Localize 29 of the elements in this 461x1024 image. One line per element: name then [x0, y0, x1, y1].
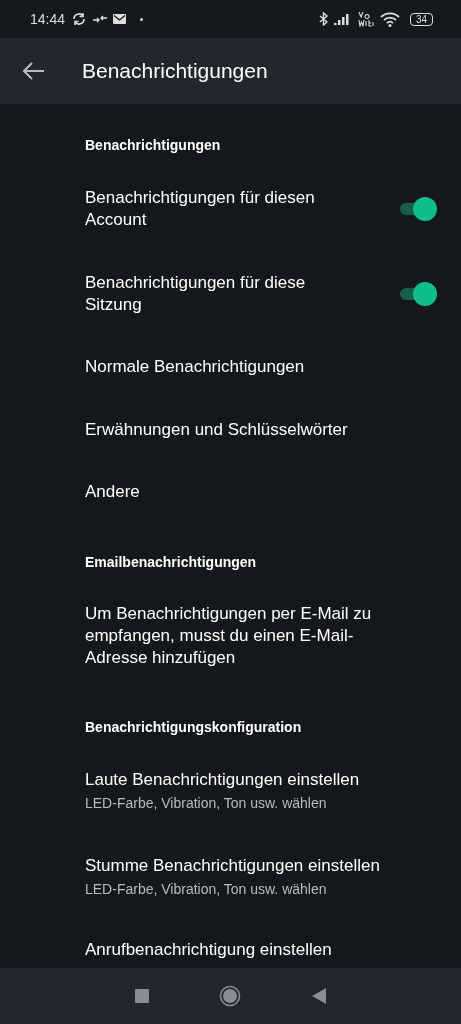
transfer-icon [93, 14, 108, 24]
battery-indicator: 34 [409, 12, 433, 26]
mail-icon [113, 14, 127, 24]
settings-item[interactable]: Erwähnungen und Schlüsselwörter [85, 398, 437, 462]
settings-item[interactable]: Stumme Benachrichtigungen einstellen [85, 853, 380, 878]
section-header: Benachrichtigungen [85, 136, 222, 155]
dot-icon [140, 17, 144, 21]
signal-icon [333, 13, 352, 25]
wifi-icon [379, 11, 400, 27]
status-time: 14:44 [30, 11, 66, 27]
screen-title: Benachrichtigungen [82, 59, 268, 83]
setting-description: LED-Farbe, Vibration, Ton usw. wählen [85, 879, 327, 899]
back-arrow-icon [23, 62, 45, 80]
section-header: Emailbenachrichtigungen [85, 552, 258, 572]
section-header: Benachrichtigungskonfiguration [85, 717, 303, 737]
settings-item[interactable]: Normale Benachrichtigungen [85, 336, 437, 399]
vowifi-icon [357, 11, 374, 27]
recents-icon[interactable] [135, 989, 150, 1003]
setting-description: LED-Farbe, Vibration, Ton usw. wählen [85, 793, 327, 813]
setting-label: Benachrichtigungen für diese Sitzung [85, 271, 307, 316]
settings-item[interactable]: Anrufbenachrichtigung einstellen [85, 937, 332, 962]
back-icon[interactable] [311, 988, 326, 1004]
sync-icon [71, 12, 88, 26]
settings-item[interactable]: Andere [85, 461, 437, 524]
info-text: Um Benachrichtigungen per E-Mail zu empfangen, musst du einen E-Mail-Adresse hinzufügen [85, 602, 373, 669]
setting-label: Benachrichtigungen für diesen Account [85, 186, 316, 231]
bluetooth-icon [318, 12, 328, 26]
home-icon[interactable] [219, 985, 242, 1007]
settings-item[interactable]: Laute Benachrichtigungen einstellen [85, 767, 360, 792]
